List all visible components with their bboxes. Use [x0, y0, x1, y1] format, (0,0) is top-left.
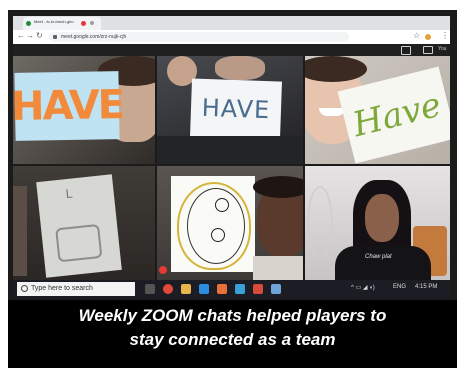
- address-bar-row: ← → ↻ meet.google.com/zrz-nujk-cjh ☆ ⋮: [13, 30, 450, 44]
- chat-icon[interactable]: [423, 46, 433, 54]
- screen-photo: Meet - fc-kr-bmuh-gbo ← → ↻ meet.google.…: [8, 10, 457, 300]
- profile-label: You: [438, 46, 447, 52]
- have-sign-1-text: HAVE: [13, 82, 124, 130]
- participant-arm: [13, 186, 27, 276]
- file-explorer-icon[interactable]: [181, 284, 191, 294]
- photo-caption: Weekly ZOOM chats helped players to stay…: [8, 304, 457, 352]
- lock-icon: [53, 35, 57, 39]
- edge-icon[interactable]: [199, 284, 209, 294]
- back-icon[interactable]: ←: [17, 31, 25, 40]
- participant-face-front: [365, 194, 399, 242]
- background-fan: [307, 186, 333, 260]
- participant-shirt: Chaw plat: [335, 246, 431, 280]
- tab-title: Meet - fc-kr-bmuh-gbo: [34, 19, 74, 24]
- meet-top-bar: You: [13, 44, 450, 56]
- task-view-icon[interactable]: [145, 284, 155, 294]
- tab-bar: Meet - fc-kr-bmuh-gbo: [13, 16, 450, 30]
- participant-shirt: [157, 136, 303, 164]
- mail-icon[interactable]: [253, 284, 263, 294]
- menu-icon[interactable]: ⋮: [441, 31, 449, 40]
- video-tile-2: HAVE: [157, 56, 303, 164]
- have-sign-3-text: Have: [348, 84, 446, 146]
- sketch-mark: L: [64, 186, 73, 202]
- language-indicator[interactable]: ENG: [393, 284, 406, 290]
- mic-muted-icon: [159, 266, 167, 274]
- have-sign-2-text: HAVE: [201, 93, 271, 125]
- reload-icon[interactable]: ↻: [36, 31, 43, 40]
- people-icon[interactable]: [401, 46, 411, 55]
- drawn-eye-right: [211, 228, 225, 242]
- have-sign-1: HAVE: [13, 71, 123, 141]
- have-sign-2: HAVE: [190, 78, 282, 140]
- meet-favicon-icon: [26, 21, 31, 26]
- caption-line-1: Weekly ZOOM chats helped players to: [78, 306, 387, 325]
- sketch-paper: L: [36, 174, 122, 278]
- url-text: meet.google.com/zrz-nujk-cjh: [61, 34, 127, 40]
- video-tile-5: [157, 166, 303, 280]
- photos-icon[interactable]: [271, 284, 281, 294]
- recording-dot-icon: [81, 21, 86, 26]
- participant-hair: [253, 176, 303, 198]
- search-icon: [21, 285, 28, 292]
- chrome-icon[interactable]: [163, 284, 173, 294]
- video-tile-6: Chaw plat: [305, 166, 450, 280]
- close-tab-icon[interactable]: [90, 21, 94, 25]
- taskbar-clock[interactable]: 4:15 PM: [415, 284, 437, 290]
- video-tile-1: HAVE: [13, 56, 155, 164]
- video-tile-3: Have: [305, 56, 450, 164]
- search-placeholder: Type here to search: [31, 285, 93, 292]
- drawing-paper: [171, 176, 255, 272]
- app-icon[interactable]: [235, 284, 245, 294]
- drawn-eye-left: [215, 198, 229, 212]
- browser-tab[interactable]: Meet - fc-kr-bmuh-gbo: [23, 17, 101, 30]
- participant-face: [215, 56, 265, 80]
- star-icon[interactable]: ☆: [413, 31, 420, 40]
- sketch-drawing: [55, 223, 103, 263]
- tray-icons[interactable]: ^ ▭ ◢ ◖): [351, 284, 375, 291]
- caption-line-2: stay connected as a team: [129, 330, 336, 349]
- forward-icon[interactable]: →: [26, 31, 34, 40]
- participant-shirt: [253, 256, 303, 280]
- video-tile-4: L: [13, 166, 155, 280]
- extensions-icon[interactable]: [425, 34, 431, 40]
- photo-frame: Meet - fc-kr-bmuh-gbo ← → ↻ meet.google.…: [8, 10, 457, 368]
- windows-taskbar: Type here to search ^ ▭ ◢ ◖) ENG 4:15 PM: [13, 280, 450, 298]
- url-field[interactable]: meet.google.com/zrz-nujk-cjh: [49, 32, 349, 42]
- taskbar-search-box[interactable]: Type here to search: [17, 282, 135, 296]
- shirt-text: Chaw plat: [365, 254, 392, 260]
- browser-window: Meet - fc-kr-bmuh-gbo ← → ↻ meet.google.…: [13, 16, 450, 56]
- store-icon[interactable]: [217, 284, 227, 294]
